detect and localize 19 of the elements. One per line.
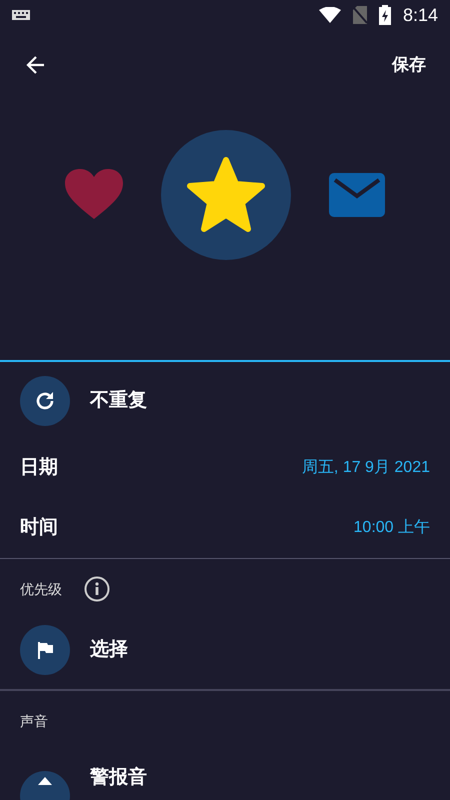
repeat-label[interactable]: 不重复 — [90, 386, 147, 416]
save-button[interactable]: 保存 — [384, 44, 434, 86]
time-value[interactable]: 10:00 上午 — [354, 516, 430, 540]
repeat-icon — [20, 376, 70, 426]
section-heading: 声音 — [20, 712, 48, 730]
battery-icon — [378, 5, 391, 25]
wifi-icon — [318, 7, 341, 23]
time-label: 时间 — [20, 516, 58, 540]
no-sim-icon — [352, 6, 367, 24]
date-label: 日期 — [20, 456, 58, 480]
status-time: 8:14 — [402, 4, 438, 26]
sound-value[interactable]: 警报音 — [90, 768, 147, 787]
priority-value[interactable]: 选择 — [90, 636, 128, 664]
keyboard-icon — [12, 10, 30, 20]
info-icon[interactable] — [84, 576, 110, 602]
flag-icon — [20, 625, 70, 675]
envelope-icon[interactable] — [329, 173, 385, 217]
date-value[interactable]: 周五, 17 9月 2021 — [302, 456, 430, 480]
section-heading: 优先级 — [20, 580, 62, 598]
